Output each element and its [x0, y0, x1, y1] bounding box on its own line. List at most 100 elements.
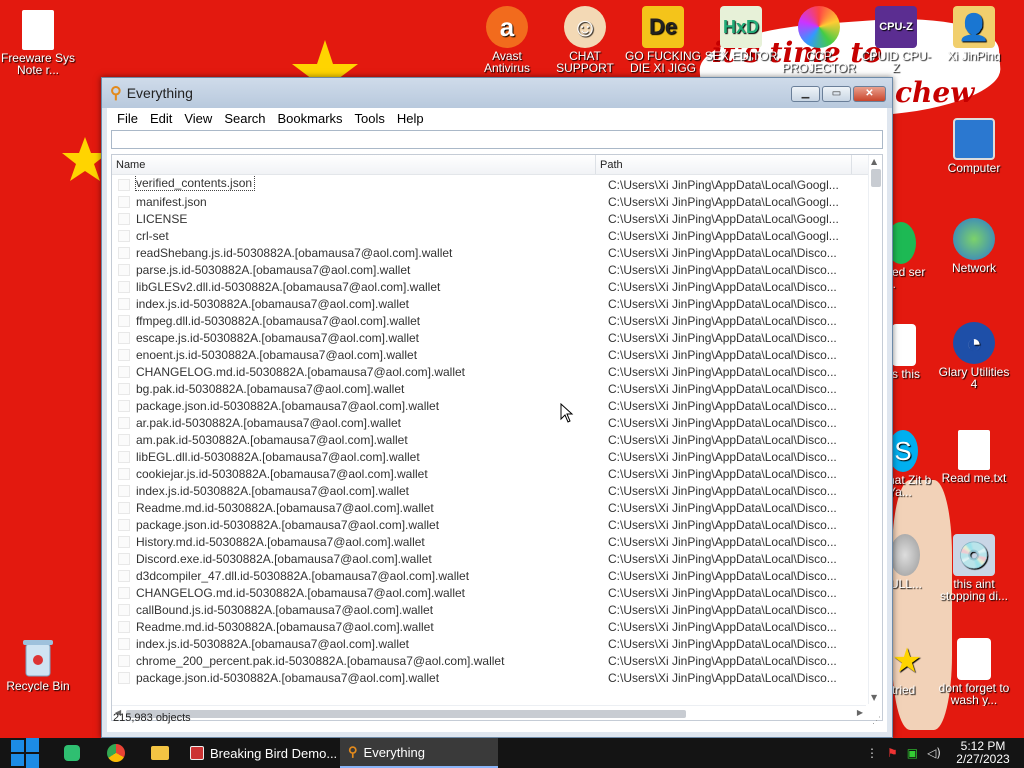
table-row[interactable]: index.js.id-5030882A.[obamausa7@aol.com]…	[112, 635, 866, 652]
table-row[interactable]: verified_contents.json C:\Users\Xi JinPin…	[112, 176, 866, 193]
desktop-icon-glary[interactable]: ◔ Glary Utilities 4	[936, 322, 1012, 390]
table-row[interactable]: readShebang.js.id-5030882A.[obamausa7@ao…	[112, 244, 866, 261]
table-row[interactable]: am.pak.id-5030882A.[obamausa7@aol.com].w…	[112, 431, 866, 448]
desktop-icon-skype-partial[interactable]: S hat Zit b Ya...	[888, 430, 932, 498]
file-path: C:\Users\Xi JinPing\AppData\Local\Googl.…	[608, 177, 839, 192]
chrome-icon	[107, 744, 125, 762]
desktop-icon-de-app[interactable]: De GO FUCKING DIE XI JIGG	[625, 6, 701, 74]
tray-network-icon[interactable]: ▣	[907, 746, 918, 760]
table-row[interactable]: Readme.md.id-5030882A.[obamausa7@aol.com…	[112, 499, 866, 516]
table-row[interactable]: bg.pak.id-5030882A.[obamausa7@aol.com].w…	[112, 380, 866, 397]
desktop-icon-cpuz[interactable]: CPU-Z CPUID CPU-Z	[858, 6, 934, 74]
menu-search[interactable]: Search	[218, 111, 271, 126]
menu-view[interactable]: View	[178, 111, 218, 126]
file-name-cell: callBound.js.id-5030882A.[obamausa7@aol.…	[136, 603, 602, 617]
table-row[interactable]: cookiejar.js.id-5030882A.[obamausa7@aol.…	[112, 465, 866, 482]
close-button[interactable]: ✕	[853, 86, 886, 102]
file-name-cell: CHANGELOG.md.id-5030882A.[obamausa7@aol.…	[136, 586, 602, 600]
taskbar-task-breaking-bird[interactable]: Breaking Bird Demo...	[182, 738, 340, 768]
table-row[interactable]: ffmpeg.dll.id-5030882A.[obamausa7@aol.co…	[112, 312, 866, 329]
file-icon	[118, 637, 130, 650]
resize-grip-icon[interactable]: ⋰	[872, 715, 881, 726]
table-row[interactable]: d3dcompiler_47.dll.id-5030882A.[obamausa…	[112, 567, 866, 584]
status-bar: 215,983 objects ⋰	[111, 708, 883, 728]
search-input[interactable]	[111, 130, 883, 149]
user-folder-icon: 👤	[953, 6, 995, 48]
taskbar-explorer-button[interactable]	[138, 738, 182, 768]
file-path: C:\Users\Xi JinPing\AppData\Local\Disco.…	[608, 245, 837, 260]
desktop-icon-recycle-bin[interactable]: Recycle Bin	[0, 636, 76, 692]
file-icon	[118, 603, 130, 616]
minimize-button[interactable]: ▁	[791, 86, 820, 102]
magnifier-icon: ⚲	[110, 85, 122, 102]
tray-overflow-icon[interactable]: ⋮	[866, 746, 878, 760]
file-name: Readme.md.id-5030882A.[obamausa7@aol.com…	[136, 500, 434, 515]
desktop-icon-ccp-projector[interactable]: CCP PROJECTOR	[781, 6, 857, 74]
window-titlebar[interactable]: ⚲ Everything ▁ ▭ ✕	[102, 78, 892, 108]
desktop-icon-doc-partial[interactable]: s this	[892, 324, 932, 380]
table-row[interactable]: package.json.id-5030882A.[obamausa7@aol.…	[112, 516, 866, 533]
desktop-icon-installer[interactable]: 💿 this aint stopping di...	[936, 534, 1012, 602]
table-row[interactable]: Discord.exe.id-5030882A.[obamausa7@aol.c…	[112, 550, 866, 567]
column-header-path[interactable]: Path	[596, 155, 852, 174]
file-name: ar.pak.id-5030882A.[obamausa7@aol.com].w…	[136, 415, 402, 430]
file-name-cell: am.pak.id-5030882A.[obamausa7@aol.com].w…	[136, 433, 602, 447]
table-row[interactable]: Readme.md.id-5030882A.[obamausa7@aol.com…	[112, 618, 866, 635]
table-row[interactable]: CHANGELOG.md.id-5030882A.[obamausa7@aol.…	[112, 584, 866, 601]
column-header-name[interactable]: Name	[112, 155, 596, 174]
desktop-icon-avast[interactable]: a Avast Antivirus	[469, 6, 545, 74]
desktop-icon-network[interactable]: Network	[936, 218, 1012, 274]
table-row[interactable]: libEGL.dll.id-5030882A.[obamausa7@aol.co…	[112, 448, 866, 465]
document-icon	[957, 638, 991, 680]
scroll-down-arrow-icon[interactable]: ▼	[871, 693, 877, 702]
desktop-icon-chat-support[interactable]: ☺ CHAT SUPPORT	[547, 6, 623, 74]
table-row[interactable]: parse.js.id-5030882A.[obamausa7@aol.com]…	[112, 261, 866, 278]
document-icon	[892, 324, 916, 366]
taskbar-task-everything[interactable]: ⚲ Everything	[340, 738, 498, 768]
file-name: verified_contents.json	[134, 176, 256, 191]
menu-edit[interactable]: Edit	[144, 111, 178, 126]
desktop-icon-wash-reminder[interactable]: dont forget to wash y...	[936, 638, 1012, 706]
tray-flag-icon[interactable]: ⚑	[887, 746, 898, 760]
taskbar-chrome-button[interactable]	[94, 738, 138, 768]
desktop-icon-star-partial[interactable]: ★ tried	[892, 640, 932, 696]
desktop-icon-readme[interactable]: Read me.txt	[936, 430, 1012, 484]
tray-volume-icon[interactable]: ◁)	[927, 746, 941, 760]
taskbar-chat-app-button[interactable]	[50, 738, 94, 768]
desktop-icon-freeware-note[interactable]: Freeware Sys Note r...	[0, 10, 76, 76]
table-row[interactable]: escape.js.id-5030882A.[obamausa7@aol.com…	[112, 329, 866, 346]
table-row[interactable]: ar.pak.id-5030882A.[obamausa7@aol.com].w…	[112, 414, 866, 431]
table-row[interactable]: index.js.id-5030882A.[obamausa7@aol.com]…	[112, 482, 866, 499]
vertical-scrollbar[interactable]: ▲ ▼	[868, 155, 882, 704]
table-row[interactable]: manifest.json C:\Users\Xi JinPing\AppData…	[112, 193, 866, 210]
table-row[interactable]: History.md.id-5030882A.[obamausa7@aol.co…	[112, 533, 866, 550]
table-row[interactable]: libGLESv2.dll.id-5030882A.[obamausa7@aol…	[112, 278, 866, 295]
start-button[interactable]	[0, 738, 50, 768]
file-name-cell: readShebang.js.id-5030882A.[obamausa7@ao…	[136, 246, 602, 260]
color-wheel-icon	[798, 6, 840, 48]
menu-help[interactable]: Help	[391, 111, 430, 126]
scroll-up-arrow-icon[interactable]: ▲	[871, 157, 877, 166]
vertical-scroll-thumb[interactable]	[871, 169, 881, 187]
network-icon	[953, 218, 995, 260]
table-row[interactable]: package.json.id-5030882A.[obamausa7@aol.…	[112, 397, 866, 414]
desktop-icon-disc-partial[interactable]: ULL...	[890, 534, 932, 590]
table-row[interactable]: enoent.js.id-5030882A.[obamausa7@aol.com…	[112, 346, 866, 363]
table-row[interactable]: CHANGELOG.md.id-5030882A.[obamausa7@aol.…	[112, 363, 866, 380]
menu-file[interactable]: File	[111, 111, 144, 126]
table-row[interactable]: chrome_200_percent.pak.id-5030882A.[obam…	[112, 652, 866, 669]
file-name-cell: d3dcompiler_47.dll.id-5030882A.[obamausa…	[136, 569, 602, 583]
table-row[interactable]: index.js.id-5030882A.[obamausa7@aol.com]…	[112, 295, 866, 312]
table-row[interactable]: LICENSE C:\Users\Xi JinPing\AppData\Local…	[112, 210, 866, 227]
taskbar-clock[interactable]: 5:12 PM 2/27/2023	[950, 740, 1016, 766]
desktop-icon-user-folder[interactable]: 👤 Xi JinPing	[936, 6, 1012, 62]
table-row[interactable]: callBound.js.id-5030882A.[obamausa7@aol.…	[112, 601, 866, 618]
table-row[interactable]: crl-set C:\Users\Xi JinPing\AppData\Local…	[112, 227, 866, 244]
desktop-icon-hxd[interactable]: HxD SEX EDITOR	[703, 6, 779, 62]
file-path: C:\Users\Xi JinPing\AppData\Local\Googl.…	[608, 194, 839, 209]
maximize-button[interactable]: ▭	[822, 86, 851, 102]
menu-bookmarks[interactable]: Bookmarks	[272, 111, 349, 126]
desktop-icon-computer[interactable]: Computer	[936, 118, 1012, 174]
table-row[interactable]: package.json.id-5030882A.[obamausa7@aol.…	[112, 669, 866, 686]
menu-tools[interactable]: Tools	[349, 111, 391, 126]
